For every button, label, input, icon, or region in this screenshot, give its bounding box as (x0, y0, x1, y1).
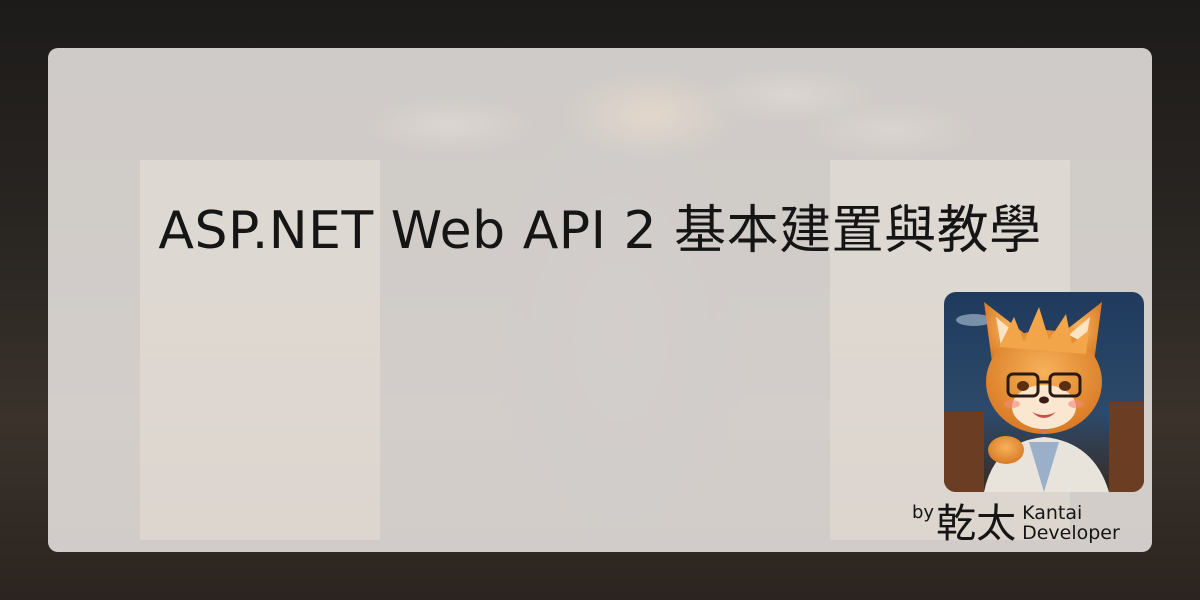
post-title: ASP.NET Web API 2 基本建置與教學 (158, 201, 1042, 261)
author-name-en: Kantai (1022, 502, 1083, 525)
author-avatar (944, 292, 1144, 492)
author-name-cn: 乾太 (936, 501, 1017, 547)
author-prefix: by (912, 502, 935, 523)
author-role: Developer (1022, 522, 1120, 544)
fox-avatar-icon (944, 292, 1144, 492)
author-signature: by 乾太 Kantai Developer (912, 498, 1120, 550)
author-name-en-block: Kantai Developer (1022, 502, 1120, 544)
banner: ASP.NET Web API 2 基本建置與教學 by 乾太 Kantai D… (0, 0, 1200, 600)
